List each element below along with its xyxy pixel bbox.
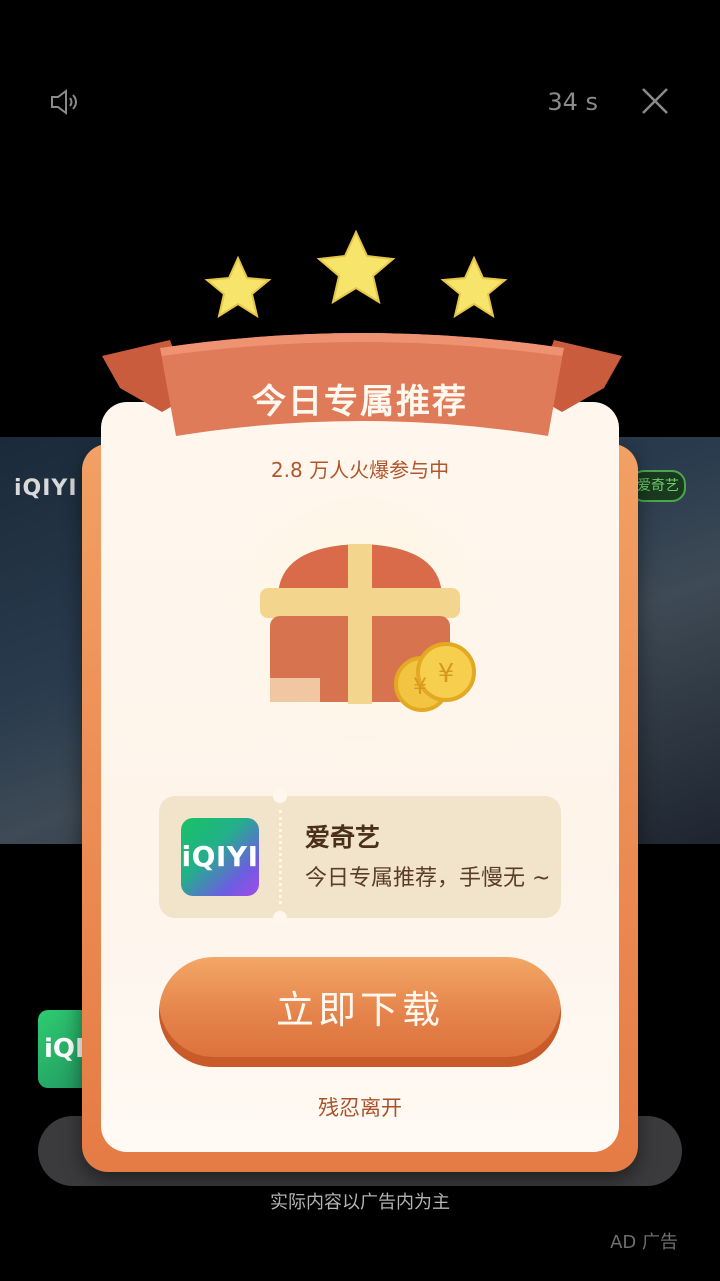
treasure-chest-icon: ¥ ¥ <box>210 488 510 778</box>
app-description: 今日专属推荐，手慢无 ~ <box>305 866 551 891</box>
participants-count: 2.8 万人火爆参与中 <box>270 458 450 482</box>
download-button-label: 立即下载 <box>275 987 444 1032</box>
modal-title: 今日专属推荐 <box>252 382 468 422</box>
close-icon[interactable] <box>638 84 672 118</box>
svg-text:¥: ¥ <box>413 675 427 700</box>
ticket-notch <box>273 789 287 803</box>
countdown-timer: 34 s <box>547 88 598 116</box>
svg-text:¥: ¥ <box>438 659 455 689</box>
star-icon <box>204 229 508 319</box>
leave-link[interactable]: 残忍离开 <box>0 1092 720 1122</box>
download-button[interactable]: 立即下载 <box>159 957 561 1067</box>
rating-stars <box>204 229 508 319</box>
ticket-divider <box>279 810 282 904</box>
app-name: 爱奇艺 <box>305 823 381 852</box>
ad-top-bar: 34 s <box>0 70 720 134</box>
speaker-icon[interactable] <box>48 88 80 116</box>
app-info-card: iQIYI 爱奇艺 今日专属推荐，手慢无 ~ <box>159 789 561 925</box>
ticket-notch <box>273 911 287 925</box>
app-icon: iQIYI <box>181 818 259 896</box>
ad-disclaimer: 实际内容以广告内为主 <box>270 1192 450 1213</box>
ad-label: AD 广告 <box>610 1232 678 1253</box>
